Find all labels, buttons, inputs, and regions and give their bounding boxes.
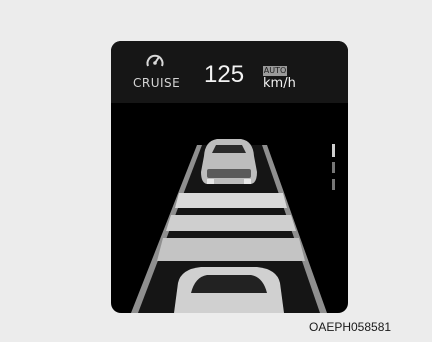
figure-code: OAEPH058581 [309, 320, 392, 334]
right-indicator-bright [332, 144, 335, 157]
distance-bar-3 [157, 238, 305, 261]
cruise-label: CRUISE [133, 76, 181, 90]
distance-bar-1 [175, 193, 287, 208]
own-vehicle-icon [174, 267, 284, 313]
instrument-cluster-display: CRUISE 125 AUTO km/h [111, 41, 348, 313]
right-indicator-dim [332, 162, 335, 173]
right-indicator-dim [332, 179, 335, 190]
lead-vehicle-icon [201, 139, 257, 184]
distance-bar-2 [166, 215, 296, 231]
cruise-control-icon [146, 54, 164, 67]
speed-unit: km/h [263, 76, 296, 91]
set-speed-value: 125 [204, 61, 245, 88]
auto-mode-badge: AUTO [263, 66, 287, 76]
